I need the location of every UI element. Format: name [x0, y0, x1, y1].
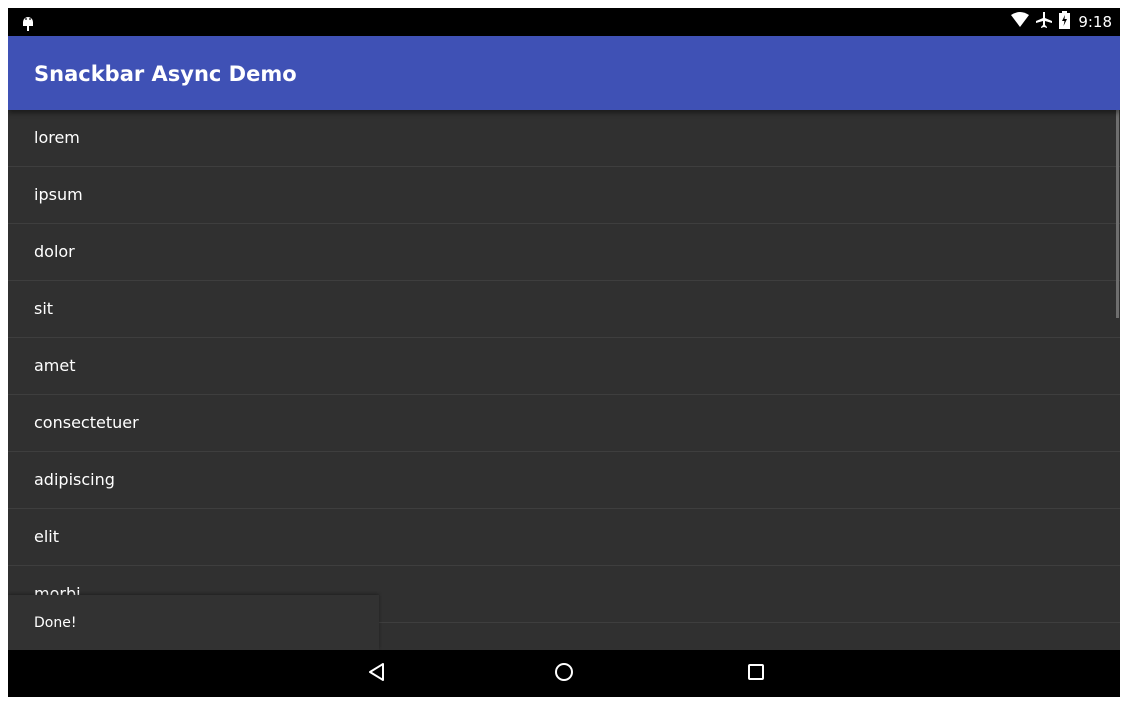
list-item[interactable]: adipiscing: [8, 452, 1120, 509]
list-item-label: sit: [34, 299, 54, 318]
back-button[interactable]: [347, 650, 407, 697]
recents-icon: [747, 663, 765, 685]
list-item[interactable]: dolor: [8, 224, 1120, 281]
android-debug-icon: [18, 12, 38, 32]
list-item[interactable]: lorem: [8, 110, 1120, 167]
clock-time: 9:18: [1078, 13, 1112, 31]
list-item[interactable]: sit: [8, 281, 1120, 338]
device-screen: 9:18 Snackbar Async Demo lorem ipsum dol…: [8, 8, 1120, 697]
list-item-label: amet: [34, 356, 76, 375]
list-item[interactable]: ipsum: [8, 167, 1120, 224]
list-item-label: elit: [34, 527, 60, 546]
list-item-label: dolor: [34, 242, 75, 261]
snackbar: Done!: [8, 595, 379, 650]
navigation-bar: [8, 650, 1120, 697]
list-item-label: adipiscing: [34, 470, 115, 489]
list-item[interactable]: consectetuer: [8, 395, 1120, 452]
list-item-label: ipsum: [34, 185, 83, 204]
back-icon: [367, 662, 387, 686]
item-list[interactable]: lorem ipsum dolor sit amet consectetuer …: [8, 110, 1120, 650]
scrollbar[interactable]: [1116, 110, 1119, 318]
home-button[interactable]: [534, 650, 594, 697]
battery-charging-icon: [1059, 11, 1071, 33]
app-bar: Snackbar Async Demo: [8, 36, 1120, 110]
airplane-mode-icon: [1035, 11, 1053, 33]
home-icon: [554, 662, 574, 686]
list-item[interactable]: elit: [8, 509, 1120, 566]
page-title: Snackbar Async Demo: [34, 62, 297, 86]
wifi-icon: [1011, 12, 1030, 32]
status-bar: 9:18: [8, 8, 1120, 36]
list-item-label: consectetuer: [34, 413, 139, 432]
list-item[interactable]: amet: [8, 338, 1120, 395]
snackbar-message: Done!: [34, 615, 77, 631]
list-item-label: lorem: [34, 128, 80, 147]
recents-button[interactable]: [726, 650, 786, 697]
status-icons: 9:18: [1011, 8, 1112, 36]
